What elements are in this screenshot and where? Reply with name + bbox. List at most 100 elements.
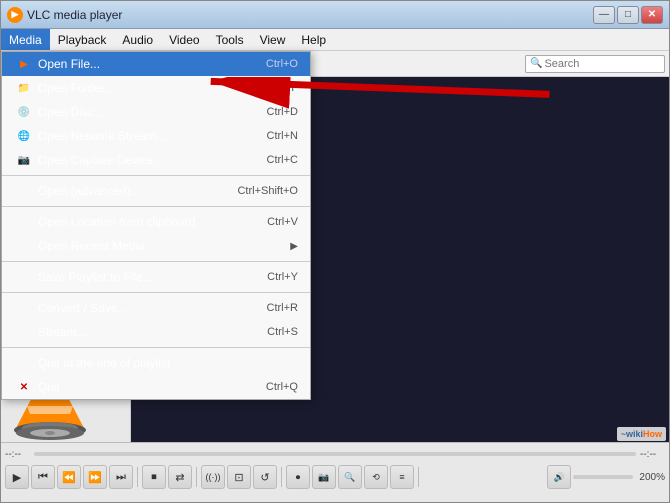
menu-tools[interactable]: Tools: [208, 29, 252, 50]
menu-bar: Media ▶ Open File... Ctrl+O 📁 Open Folde…: [1, 29, 669, 51]
open-recent-arrow: ▶: [290, 241, 298, 252]
open-recent-icon: [14, 238, 34, 254]
volume-icon[interactable]: 🔊: [547, 465, 571, 489]
menu-open-disc[interactable]: 💿 Open Disc... Ctrl+D: [2, 100, 310, 124]
next-step-button[interactable]: ⏩: [83, 465, 107, 489]
open-disc-label: Open Disc...: [38, 105, 247, 119]
open-location-label: Open Location from clipboard: [38, 215, 247, 229]
record-button[interactable]: ⏺: [286, 465, 310, 489]
maximize-button[interactable]: □: [617, 6, 639, 24]
menu-media[interactable]: Media ▶ Open File... Ctrl+O 📁 Open Folde…: [1, 29, 50, 50]
menu-open-file[interactable]: ▶ Open File... Ctrl+O: [2, 52, 310, 76]
close-button[interactable]: ✕: [641, 6, 663, 24]
open-advanced-shortcut: Ctrl+Shift+O: [237, 185, 298, 197]
wikihow-badge: ~wikiHow: [617, 427, 666, 441]
quit-label: Quit: [38, 380, 246, 394]
vlc-window: ▶ VLC media player — □ ✕ Media ▶ Open Fi…: [0, 0, 670, 503]
prev-step-button[interactable]: ⏪: [57, 465, 81, 489]
next-button[interactable]: ⏭: [109, 465, 133, 489]
open-network-label: Open Network Stream...: [38, 129, 247, 143]
menu-quit[interactable]: ✕ Quit Ctrl+Q: [2, 375, 310, 399]
open-network-shortcut: Ctrl+N: [267, 130, 298, 142]
menu-stream[interactable]: Stream... Ctrl+S: [2, 320, 310, 344]
sep4: [418, 467, 419, 487]
frame-button[interactable]: ⊡: [227, 465, 251, 489]
volume-area: 🔊 200%: [423, 465, 665, 489]
convert-save-label: Convert / Save...: [38, 301, 247, 315]
menu-open-advanced[interactable]: Open (advanced)... Ctrl+Shift+O: [2, 179, 310, 203]
time-elapsed: --:--: [5, 449, 30, 460]
search-icon: 🔍: [530, 58, 542, 69]
menu-open-capture[interactable]: 📷 Open Capture Device... Ctrl+C: [2, 148, 310, 172]
sep3: [2, 261, 310, 262]
menu-help[interactable]: Help: [293, 29, 334, 50]
menu-open-location[interactable]: Open Location from clipboard Ctrl+V: [2, 210, 310, 234]
save-playlist-icon: [14, 269, 34, 285]
search-input[interactable]: [544, 58, 660, 70]
stream-shortcut: Ctrl+S: [267, 326, 298, 338]
open-folder-icon: 📁: [14, 80, 34, 96]
menu-convert-save[interactable]: Convert / Save... Ctrl+R: [2, 296, 310, 320]
progress-area: --:-- --:--: [5, 445, 665, 463]
window-controls: — □ ✕: [593, 6, 663, 24]
quit-shortcut: Ctrl+Q: [266, 381, 298, 393]
loop-button[interactable]: ↺: [253, 465, 277, 489]
search-container: 🔍: [525, 55, 665, 73]
open-network-icon: 🌐: [14, 128, 34, 144]
progress-bar[interactable]: [34, 452, 636, 456]
bottom-bar: --:-- --:-- ▶ ⏮ ⏪ ⏩ ⏭ ⏹ ⇄ ((·)) ⊡ ↺ ⏺ 📷: [1, 442, 669, 502]
quit-end-label: Quit at the end of playlist: [38, 356, 298, 370]
open-capture-label: Open Capture Device...: [38, 153, 247, 167]
zoom-button[interactable]: 🔍: [338, 465, 362, 489]
teletext-button[interactable]: ((·)): [201, 465, 225, 489]
stop-button[interactable]: ⏹: [142, 465, 166, 489]
open-location-shortcut: Ctrl+V: [267, 216, 298, 228]
eq-button[interactable]: ≡: [390, 465, 414, 489]
open-recent-label: Open Recent Media: [38, 239, 290, 253]
open-folder-label: Open Folder...: [38, 81, 248, 95]
play-button[interactable]: ▶: [5, 465, 29, 489]
open-advanced-icon: [14, 183, 34, 199]
save-playlist-shortcut: Ctrl+Y: [267, 271, 298, 283]
media-dropdown: ▶ Open File... Ctrl+O 📁 Open Folder... C…: [1, 51, 311, 400]
sync-button[interactable]: ⟲: [364, 465, 388, 489]
open-capture-shortcut: Ctrl+C: [267, 154, 298, 166]
menu-video[interactable]: Video: [161, 29, 207, 50]
sep: [137, 467, 138, 487]
prev-button[interactable]: ⏮: [31, 465, 55, 489]
open-disc-icon: 💿: [14, 104, 34, 120]
stream-label: Stream...: [38, 325, 247, 339]
shuffle-button[interactable]: ⇄: [168, 465, 192, 489]
open-file-label: Open File...: [38, 57, 246, 71]
app-body: Media ▶ Open File... Ctrl+O 📁 Open Folde…: [1, 29, 669, 502]
open-folder-shortcut: Ctrl+F: [268, 82, 298, 94]
zoom-label: 200%: [639, 472, 665, 483]
menu-open-folder[interactable]: 📁 Open Folder... Ctrl+F: [2, 76, 310, 100]
snapshot-button[interactable]: 📷: [312, 465, 336, 489]
menu-open-network[interactable]: 🌐 Open Network Stream... Ctrl+N: [2, 124, 310, 148]
window-title: VLC media player: [27, 8, 593, 22]
open-file-icon: ▶: [14, 56, 34, 72]
convert-save-shortcut: Ctrl+R: [267, 302, 298, 314]
open-file-shortcut: Ctrl+O: [266, 58, 298, 70]
minimize-button[interactable]: —: [593, 6, 615, 24]
controls-row: ▶ ⏮ ⏪ ⏩ ⏭ ⏹ ⇄ ((·)) ⊡ ↺ ⏺ 📷 🔍 ⟲ ≡: [5, 465, 665, 489]
sep2: [196, 467, 197, 487]
title-bar: ▶ VLC media player — □ ✕: [1, 1, 669, 29]
menu-quit-end[interactable]: Quit at the end of playlist: [2, 351, 310, 375]
open-advanced-label: Open (advanced)...: [38, 184, 217, 198]
quit-end-icon: [14, 355, 34, 371]
menu-open-recent[interactable]: Open Recent Media ▶: [2, 234, 310, 258]
quit-icon: ✕: [14, 379, 34, 395]
sep1: [2, 175, 310, 176]
volume-slider[interactable]: [573, 475, 633, 479]
convert-save-icon: [14, 300, 34, 316]
menu-playback[interactable]: Playback: [50, 29, 115, 50]
menu-save-playlist[interactable]: Save Playlist to File... Ctrl+Y: [2, 265, 310, 289]
menu-view[interactable]: View: [252, 29, 294, 50]
menu-audio[interactable]: Audio: [114, 29, 161, 50]
sep2: [2, 206, 310, 207]
vlc-icon: ▶: [7, 7, 23, 23]
open-location-icon: [14, 214, 34, 230]
sep4: [2, 292, 310, 293]
